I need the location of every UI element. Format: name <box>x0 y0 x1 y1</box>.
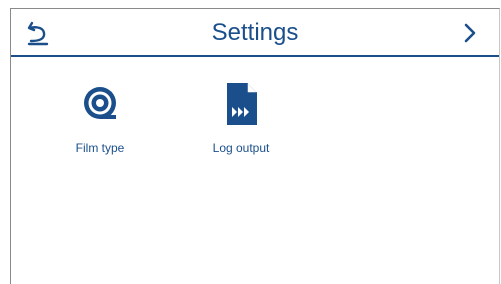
next-button[interactable] <box>459 19 481 47</box>
header-bar: Settings <box>11 9 499 57</box>
log-output-label: Log output <box>212 141 270 155</box>
page-title: Settings <box>211 19 299 46</box>
settings-screen: Settings Film type Log output <box>10 8 500 284</box>
film-type-tile[interactable]: Film type <box>45 81 155 155</box>
film-type-label: Film type <box>75 141 125 155</box>
chevron-right-icon <box>464 23 476 43</box>
film-type-icon <box>84 87 116 119</box>
log-file-icon <box>227 83 257 125</box>
log-output-tile[interactable]: Log output <box>186 81 296 155</box>
